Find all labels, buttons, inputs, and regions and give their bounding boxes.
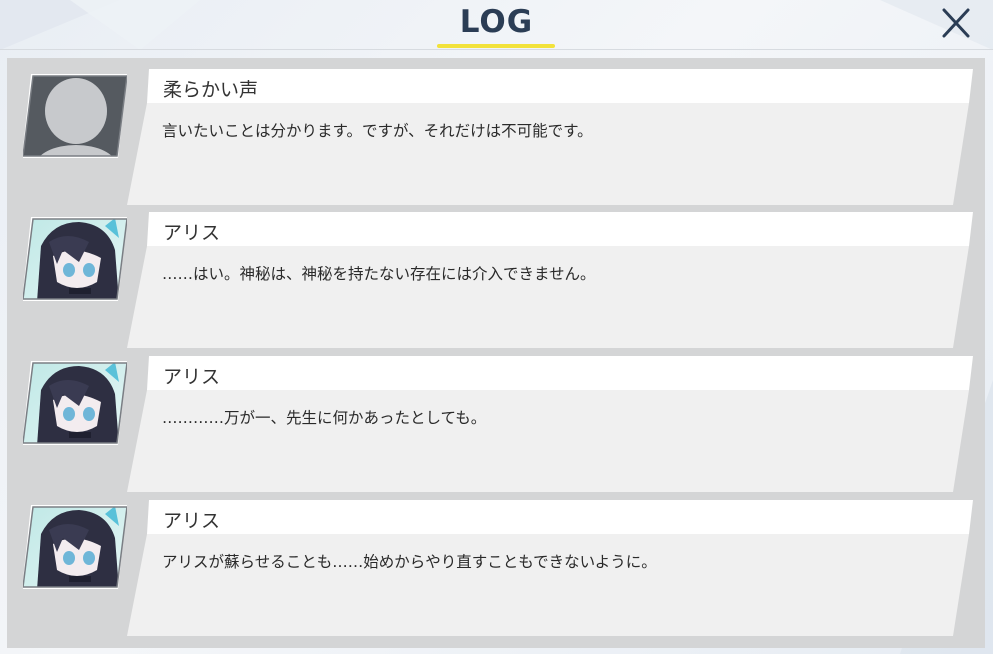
speaker-avatar [23, 73, 127, 159]
dialogue-bubble: アリス ……はい。神秘は、神秘を持たない存在には介入できません。 [127, 212, 975, 348]
speaker-avatar [23, 504, 127, 590]
character-portrait-aris [23, 361, 127, 445]
close-button[interactable] [936, 4, 976, 42]
title-underline [437, 44, 555, 48]
log-list[interactable]: 柔らかい声 言いたいことは分かります。ですが、それだけは不可能です。 アリス …… [7, 58, 985, 648]
speaker-name: アリス [163, 222, 221, 244]
header-bar: LOG [0, 0, 993, 50]
dialogue-text: ……はい。神秘は、神秘を持たない存在には介入できません。 [162, 265, 596, 283]
dialogue-bubble: 柔らかい声 言いたいことは分かります。ですが、それだけは不可能です。 [127, 69, 975, 205]
speaker-avatar [23, 360, 127, 446]
speaker-name: 柔らかい声 [163, 79, 259, 101]
log-entry: アリス ……はい。神秘は、神秘を持たない存在には介入できません。 [7, 201, 985, 348]
dialogue-text: アリスが蘇らせることも……始めからやり直すこともできないように。 [162, 553, 657, 571]
speaker-name: アリス [163, 510, 221, 532]
log-entry: 柔らかい声 言いたいことは分かります。ですが、それだけは不可能です。 [7, 58, 985, 205]
character-portrait-aris [23, 217, 127, 301]
log-entry: アリス …………万が一、先生に何かあったとしても。 [7, 345, 985, 492]
silhouette-avatar [23, 74, 127, 158]
speaker-avatar [23, 216, 127, 302]
speaker-name: アリス [163, 366, 221, 388]
dialogue-text: …………万が一、先生に何かあったとしても。 [162, 409, 487, 427]
dialogue-bubble: アリス …………万が一、先生に何かあったとしても。 [127, 356, 975, 492]
close-icon [942, 8, 970, 38]
character-portrait-aris [23, 505, 127, 589]
dialogue-bubble: アリス アリスが蘇らせることも……始めからやり直すこともできないように。 [127, 500, 975, 636]
log-entry: アリス アリスが蘇らせることも……始めからやり直すこともできないように。 [7, 489, 985, 636]
page-title: LOG [459, 4, 534, 40]
dialogue-text: 言いたいことは分かります。ですが、それだけは不可能です。 [162, 122, 593, 140]
